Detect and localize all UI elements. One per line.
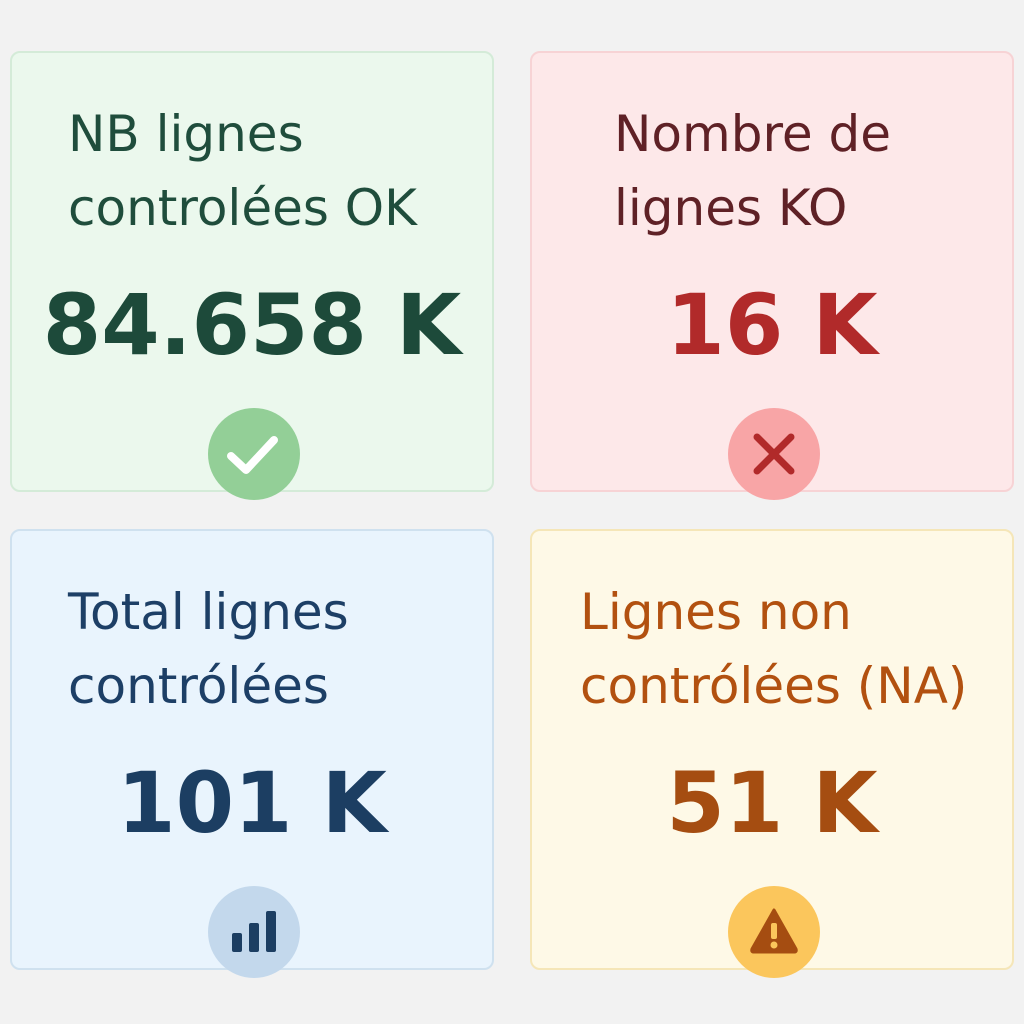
bar-chart-icon: [208, 886, 300, 978]
kpi-card-total[interactable]: Total lignes contrólées 101 K: [10, 529, 494, 978]
kpi-value-ko: 16 K: [666, 276, 878, 374]
kpi-title-ok: NB lignes controlées OK: [68, 97, 417, 245]
kpi-card-na[interactable]: Lignes non contrólées (NA) 51 K: [530, 529, 1014, 978]
kpi-title-total: Total lignes contrólées: [68, 575, 349, 723]
kpi-title-na: Lignes non contrólées (NA): [580, 575, 967, 723]
kpi-card-ko[interactable]: Nombre de lignes KO 16 K: [530, 51, 1014, 500]
kpi-value-na: 51 K: [666, 754, 878, 852]
warning-icon: [728, 886, 820, 978]
kpi-title-ko: Nombre de lignes KO: [614, 97, 891, 245]
kpi-value-total: 101 K: [117, 754, 387, 852]
kpi-title-line: controlées OK: [68, 179, 417, 237]
kpi-title-line: Nombre de: [614, 105, 892, 163]
kpi-title-line: NB lignes: [68, 105, 304, 163]
cross-icon: [728, 408, 820, 500]
kpi-title-line: contrólées (NA): [580, 657, 968, 715]
kpi-title-line: contrólées: [68, 657, 329, 715]
kpi-card-ok[interactable]: NB lignes controlées OK 84.658 K: [10, 51, 494, 500]
check-icon: [208, 408, 300, 500]
kpi-title-line: Total lignes: [68, 583, 349, 641]
kpi-value-ok: 84.658 K: [42, 276, 462, 374]
kpi-title-line: Lignes non: [580, 583, 852, 641]
kpi-title-line: lignes KO: [614, 179, 848, 237]
